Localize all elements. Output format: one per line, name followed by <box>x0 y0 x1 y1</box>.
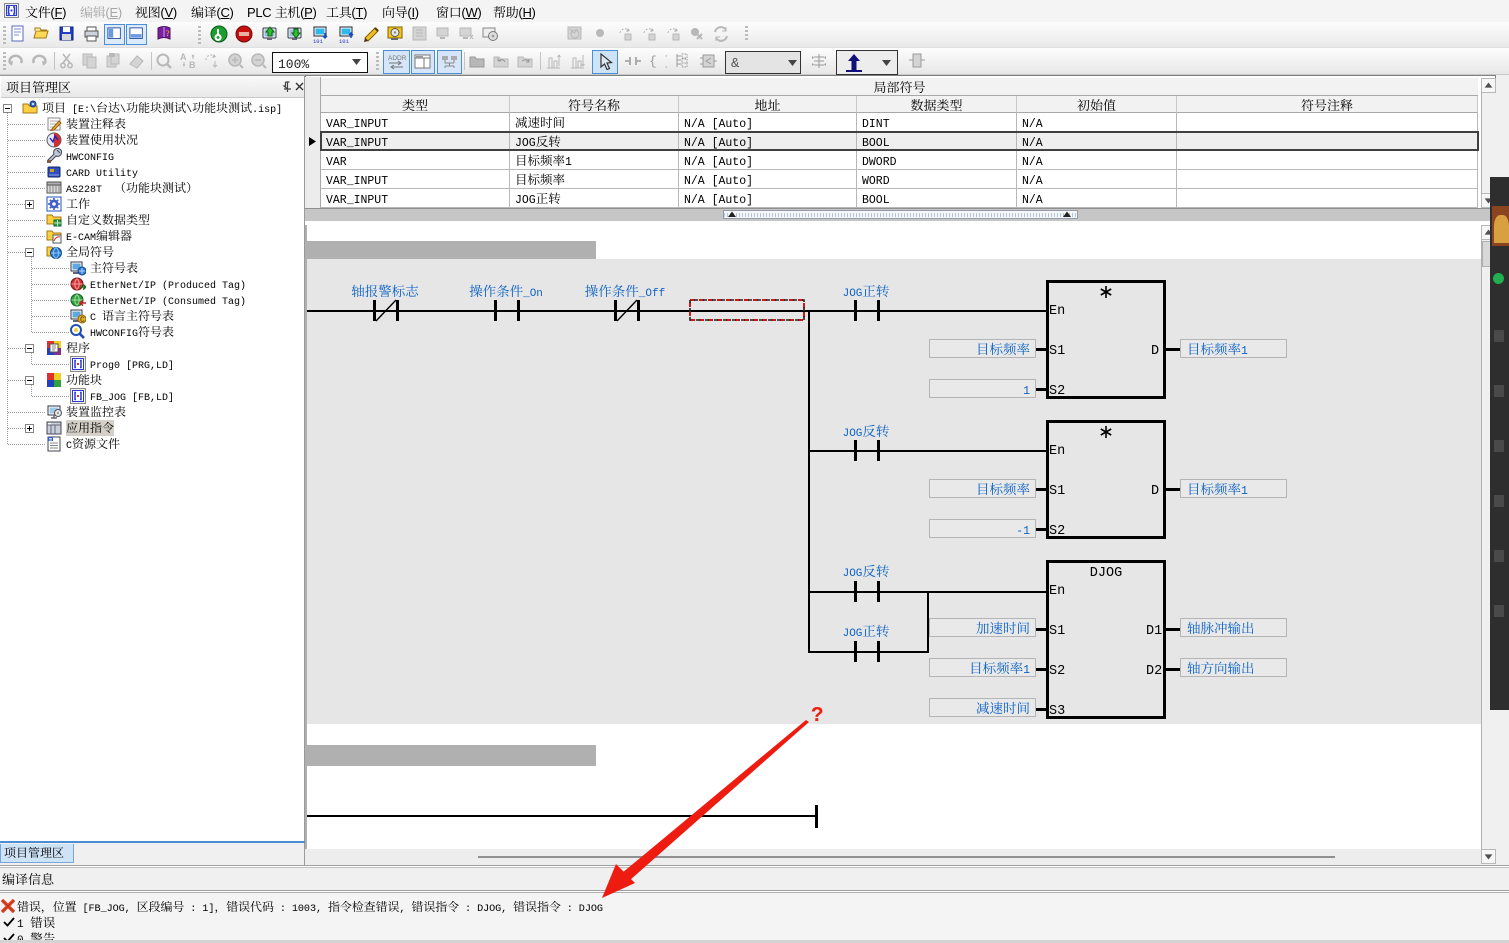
svg-text:B: B <box>189 60 196 70</box>
svg-text:ADDR: ADDR <box>388 55 407 62</box>
svg-text:101: 101 <box>339 38 350 43</box>
svg-text:C: C <box>80 316 85 324</box>
svg-text:101: 101 <box>313 38 324 43</box>
svg-text:{ }: { } <box>649 54 667 69</box>
svg-text:?: ? <box>166 29 170 38</box>
svg-text:A: A <box>180 52 187 62</box>
